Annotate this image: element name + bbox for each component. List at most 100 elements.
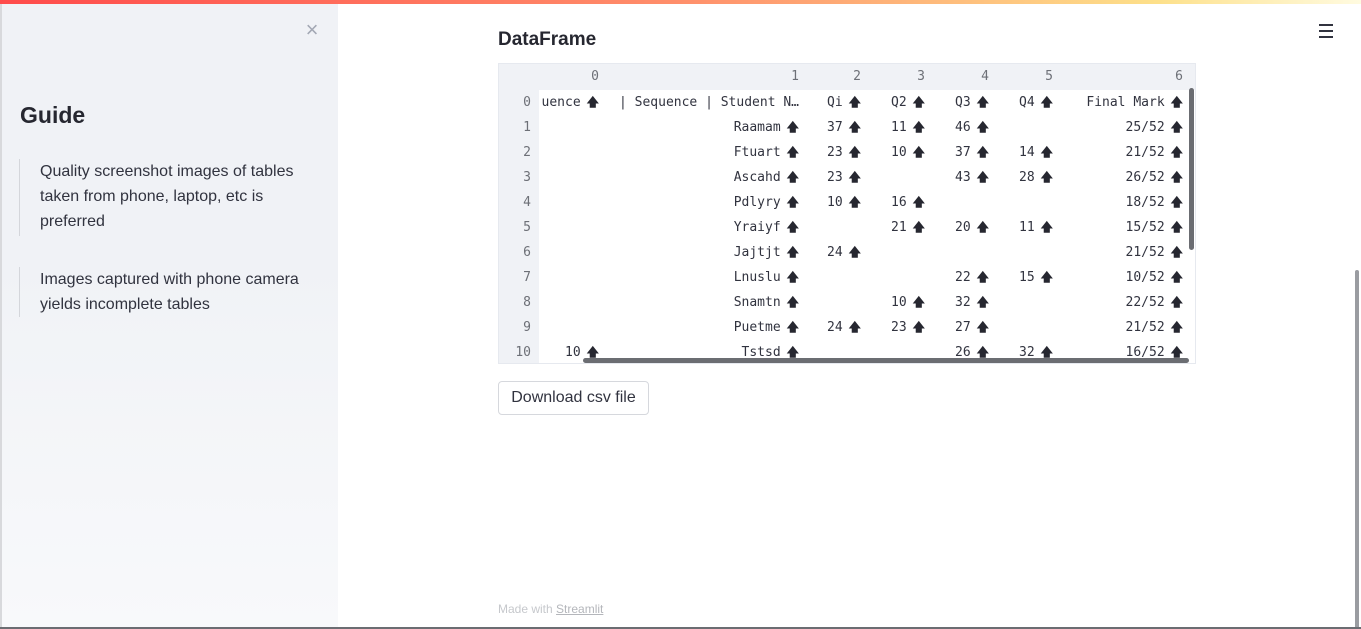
- cell-value: Qi: [827, 95, 843, 110]
- cell-value: 21: [891, 220, 907, 235]
- cell-value: Q3: [955, 95, 971, 110]
- table-cell[interactable]: Snamtn 🡅: [599, 290, 799, 315]
- dataframe-horizontal-scrollbar[interactable]: [583, 358, 1189, 363]
- table-cell[interactable]: 10 🡅: [865, 140, 925, 165]
- column-header[interactable]: 0: [539, 64, 599, 89]
- footer-text: Made with: [498, 602, 553, 616]
- arrow-up-icon: 🡅: [1040, 220, 1053, 234]
- table-cell[interactable]: 32 🡅: [929, 290, 989, 315]
- table-cell[interactable]: Pdlyry 🡅: [599, 190, 799, 215]
- cell-value: 46: [955, 120, 971, 135]
- column-header[interactable]: 1: [599, 64, 799, 89]
- table-cell[interactable]: | Sequence | Student N…: [599, 90, 799, 115]
- arrow-up-icon: 🡅: [786, 120, 799, 134]
- table-cell[interactable]: 15/52 🡅: [1073, 215, 1183, 240]
- cell-value: 10/52: [1125, 270, 1165, 285]
- table-cell[interactable]: 21/52 🡅: [1073, 140, 1183, 165]
- streamlit-link[interactable]: Streamlit: [556, 602, 603, 616]
- cell-value: Pdlyry: [733, 195, 781, 210]
- table-cell[interactable]: 18/52 🡅: [1073, 190, 1183, 215]
- arrow-up-icon: 🡅: [848, 145, 861, 159]
- table-cell[interactable]: Ftuart 🡅: [599, 140, 799, 165]
- cell-value: Snamtn: [733, 295, 781, 310]
- table-cell[interactable]: 24 🡅: [801, 240, 861, 265]
- table-cell[interactable]: Yraiyf 🡅: [599, 215, 799, 240]
- cell-value: 15/52: [1125, 220, 1165, 235]
- table-cell[interactable]: Q2 🡅: [865, 90, 925, 115]
- table-cell[interactable]: Q3 🡅: [929, 90, 989, 115]
- arrow-up-icon: 🡅: [786, 220, 799, 234]
- column-header[interactable]: 4: [929, 64, 989, 89]
- row-index: 3: [523, 170, 531, 185]
- table-cell[interactable]: 23 🡅: [865, 315, 925, 340]
- hamburger-menu-icon[interactable]: [1316, 24, 1336, 42]
- page-scrollbar[interactable]: [1355, 270, 1359, 629]
- dataframe-vertical-scrollbar[interactable]: [1189, 88, 1194, 250]
- table-cell[interactable]: 20 🡅: [929, 215, 989, 240]
- arrow-up-icon: 🡅: [976, 95, 989, 109]
- table-cell[interactable]: Jajtjt 🡅: [599, 240, 799, 265]
- arrow-up-icon: 🡅: [1170, 220, 1183, 234]
- table-cell[interactable]: Puetme 🡅: [599, 315, 799, 340]
- table-cell[interactable]: 21 🡅: [865, 215, 925, 240]
- cell-value: 15: [1019, 270, 1035, 285]
- table-cell[interactable]: 15 🡅: [993, 265, 1053, 290]
- arrow-up-icon: 🡅: [1040, 270, 1053, 284]
- table-cell[interactable]: 22/52 🡅: [1073, 290, 1183, 315]
- table-cell[interactable]: 27 🡅: [929, 315, 989, 340]
- download-csv-button[interactable]: Download csv file: [498, 381, 649, 415]
- table-cell[interactable]: 21/52 🡅: [1073, 240, 1183, 265]
- arrow-up-icon: 🡅: [586, 345, 599, 359]
- table-cell[interactable]: 16 🡅: [865, 190, 925, 215]
- row-index: 10: [515, 345, 531, 360]
- table-cell[interactable]: Raamam 🡅: [599, 115, 799, 140]
- table-cell[interactable]: 11 🡅: [993, 215, 1053, 240]
- arrow-up-icon: 🡅: [976, 170, 989, 184]
- table-cell[interactable]: 10 🡅: [801, 190, 861, 215]
- table-cell[interactable]: Lnuslu 🡅: [599, 265, 799, 290]
- table-cell[interactable]: 28 🡅: [993, 165, 1053, 190]
- column-header[interactable]: 6: [1073, 64, 1183, 89]
- cell-value: 20: [955, 220, 971, 235]
- table-cell[interactable]: Final Mark 🡅: [1073, 90, 1183, 115]
- column-header[interactable]: 3: [865, 64, 925, 89]
- column-header[interactable]: 5: [993, 64, 1053, 89]
- table-cell[interactable]: 23 🡅: [801, 140, 861, 165]
- table-cell[interactable]: 10/52 🡅: [1073, 265, 1183, 290]
- guide-item: Images captured with phone camera yields…: [19, 267, 319, 317]
- dataframe-table[interactable]: 0 1 2 3 4 5 6 0 uence 🡅 | Sequence | Student N… Qi 🡅…: [498, 63, 1196, 364]
- table-cell[interactable]: 25/52 🡅: [1073, 115, 1183, 140]
- table-cell[interactable]: Ascahd 🡅: [599, 165, 799, 190]
- table-cell[interactable]: 43 🡅: [929, 165, 989, 190]
- table-cell[interactable]: 14 🡅: [993, 140, 1053, 165]
- cell-value: Puetme: [733, 320, 781, 335]
- table-cell[interactable]: 37 🡅: [929, 140, 989, 165]
- arrow-up-icon: 🡅: [976, 295, 989, 309]
- arrow-up-icon: 🡅: [1040, 95, 1053, 109]
- arrow-up-icon: 🡅: [848, 320, 861, 334]
- table-cell[interactable]: 46 🡅: [929, 115, 989, 140]
- cell-value: 10: [565, 345, 581, 360]
- cell-value: | Sequence | Student N…: [618, 95, 799, 110]
- table-cell[interactable]: 11 🡅: [865, 115, 925, 140]
- table-cell[interactable]: 23 🡅: [801, 165, 861, 190]
- table-cell[interactable]: 26/52 🡅: [1073, 165, 1183, 190]
- cell-value: uence: [541, 95, 581, 110]
- arrow-up-icon: 🡅: [1170, 320, 1183, 334]
- table-cell[interactable]: Q4 🡅: [993, 90, 1053, 115]
- table-cell[interactable]: 24 🡅: [801, 315, 861, 340]
- table-cell[interactable]: uence 🡅: [539, 90, 599, 115]
- column-header[interactable]: 2: [801, 64, 861, 89]
- table-cell[interactable]: 10 🡅: [865, 290, 925, 315]
- arrow-up-icon: 🡅: [912, 195, 925, 209]
- arrow-up-icon: 🡅: [912, 120, 925, 134]
- table-cell[interactable]: 22 🡅: [929, 265, 989, 290]
- table-cell[interactable]: 21/52 🡅: [1073, 315, 1183, 340]
- table-cell[interactable]: Qi 🡅: [801, 90, 861, 115]
- table-cell[interactable]: 37 🡅: [801, 115, 861, 140]
- cell-value: Raamam: [733, 120, 781, 135]
- close-sidebar-icon[interactable]: ×: [302, 19, 322, 41]
- cell-value: 32: [955, 295, 971, 310]
- arrow-up-icon: 🡅: [786, 270, 799, 284]
- arrow-up-icon: 🡅: [786, 195, 799, 209]
